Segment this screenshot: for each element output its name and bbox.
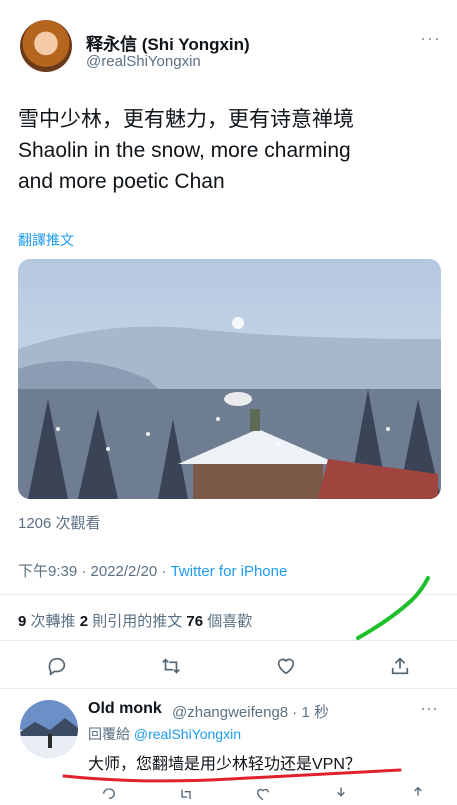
more-options-icon[interactable]: ··· [420, 28, 441, 49]
tweet-source[interactable]: Twitter for iPhone [171, 563, 288, 580]
quote-label[interactable]: 則引用的推文 [88, 613, 186, 630]
like-count[interactable]: 76 [186, 613, 203, 630]
divider [0, 688, 457, 689]
reply-share-icon[interactable] [410, 786, 426, 800]
tweet-text-en-line1: Shaolin in the snow, more charming [18, 139, 351, 162]
tweet-meta: 下午9:39 · 2022/2/20 · Twitter for iPhone [18, 560, 287, 581]
view-count: 1206 次觀看 [18, 515, 101, 532]
snow-temple-photo [18, 259, 441, 499]
engagement-stats: 9 次轉推 2 則引用的推文 76 個喜歡 [18, 610, 252, 631]
reply-author-name[interactable]: Old monk [88, 700, 162, 718]
author-avatar[interactable] [20, 20, 72, 72]
reply-comment-icon[interactable] [101, 786, 117, 800]
author-name[interactable]: 释永信 (Shi Yongxin) [86, 30, 250, 55]
replying-to-link[interactable]: @realShiYongxin [134, 726, 241, 742]
green-check-annotation [356, 576, 430, 640]
translate-tweet-link[interactable]: 翻譯推文 [18, 230, 74, 250]
retweet-label[interactable]: 次轉推 [26, 613, 79, 630]
replying-prefix: 回覆給 [88, 726, 134, 742]
heart-icon[interactable] [271, 651, 301, 681]
tweet-text: 雪中少林，更有魅力，更有诗意禅境 Shaolin in the snow, mo… [18, 104, 438, 197]
author-handle[interactable]: @realShiYongxin [86, 53, 201, 70]
reply-action-bar [70, 786, 457, 801]
tweet-action-bar [0, 648, 457, 684]
like-label[interactable]: 個喜歡 [203, 613, 252, 630]
replying-to: 回覆給 @realShiYongxin [88, 724, 241, 744]
reply-more-options-icon[interactable]: ··· [420, 698, 438, 719]
tweet-timestamp[interactable]: 下午9:39 · 2022/2/20 · [18, 563, 171, 580]
reply-download-icon[interactable] [333, 786, 349, 800]
reply-author-avatar[interactable] [20, 700, 78, 758]
comment-icon[interactable] [42, 651, 72, 681]
retweet-icon[interactable] [156, 651, 186, 681]
tweet-image[interactable] [18, 259, 441, 499]
reply-retweet-icon[interactable] [178, 786, 194, 800]
tweet-text-zh: 雪中少林，更有魅力，更有诗意禅境 [18, 108, 354, 131]
red-underline-annotation [62, 768, 402, 783]
reply-heart-icon[interactable] [255, 786, 271, 801]
reply-author-handle[interactable]: @zhangweifeng8 · 1 秒 [172, 701, 329, 722]
quote-count[interactable]: 2 [80, 613, 88, 630]
share-icon[interactable] [385, 651, 415, 681]
tweet-text-en-line2: and more poetic Chan [18, 170, 225, 193]
